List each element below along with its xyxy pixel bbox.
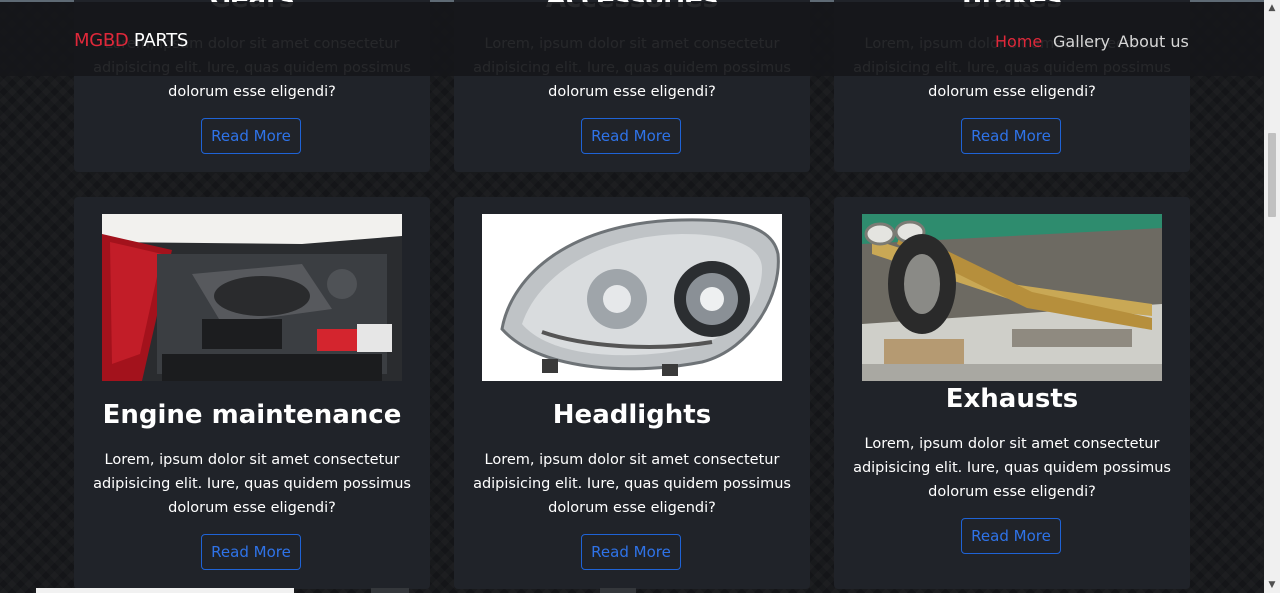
card-text: Lorem, ipsum dolor sit amet consectetur … (853, 436, 1171, 500)
bottom-light-strip (36, 588, 294, 593)
card-title: Headlights (552, 400, 712, 430)
headlight-image (482, 214, 782, 381)
read-more-button[interactable]: Read More (581, 118, 681, 154)
nav-link-about[interactable]: About us (1118, 32, 1189, 51)
brand-logo[interactable]: MGBD PARTS (74, 30, 188, 51)
bottom-dark-strip (600, 588, 636, 593)
card-headlights: Headlights Lorem, ipsum dolor sit amet c… (454, 197, 810, 589)
scrollbar-thumb[interactable] (1268, 133, 1276, 217)
scroll-up-arrow-icon[interactable]: ▲ (1264, 0, 1280, 16)
read-more-button[interactable]: Read More (961, 118, 1061, 154)
brand-white-text: PARTS (133, 30, 189, 51)
card-engine-maintenance: Engine maintenance Lorem, ipsum dolor si… (74, 197, 430, 589)
read-more-button[interactable]: Read More (581, 534, 681, 570)
brand-red-text: MGBD (74, 30, 129, 51)
read-more-button[interactable]: Read More (201, 118, 301, 154)
scroll-down-arrow-icon[interactable]: ▼ (1264, 577, 1280, 593)
card-text: Lorem, ipsum dolor sit amet consectetur … (473, 452, 791, 516)
read-more-button[interactable]: Read More (201, 534, 301, 570)
read-more-button[interactable]: Read More (961, 518, 1061, 554)
navbar: MGBD PARTS Home Gallery About us (0, 2, 1264, 76)
vertical-scrollbar[interactable]: ▲ ▼ (1264, 0, 1280, 593)
card-text: Lorem, ipsum dolor sit amet consectetur … (93, 452, 411, 516)
bottom-dark-strip (371, 588, 409, 593)
card-title: Exhausts (945, 384, 1079, 414)
card-title: Engine maintenance (102, 400, 402, 430)
card-exhausts: Exhausts Lorem, ipsum dolor sit amet con… (834, 197, 1190, 589)
nav-link-gallery[interactable]: Gallery (1053, 32, 1110, 51)
nav-link-home[interactable]: Home (995, 32, 1042, 51)
engine-bay-image (102, 214, 402, 381)
exhaust-pipes-image (862, 214, 1162, 381)
